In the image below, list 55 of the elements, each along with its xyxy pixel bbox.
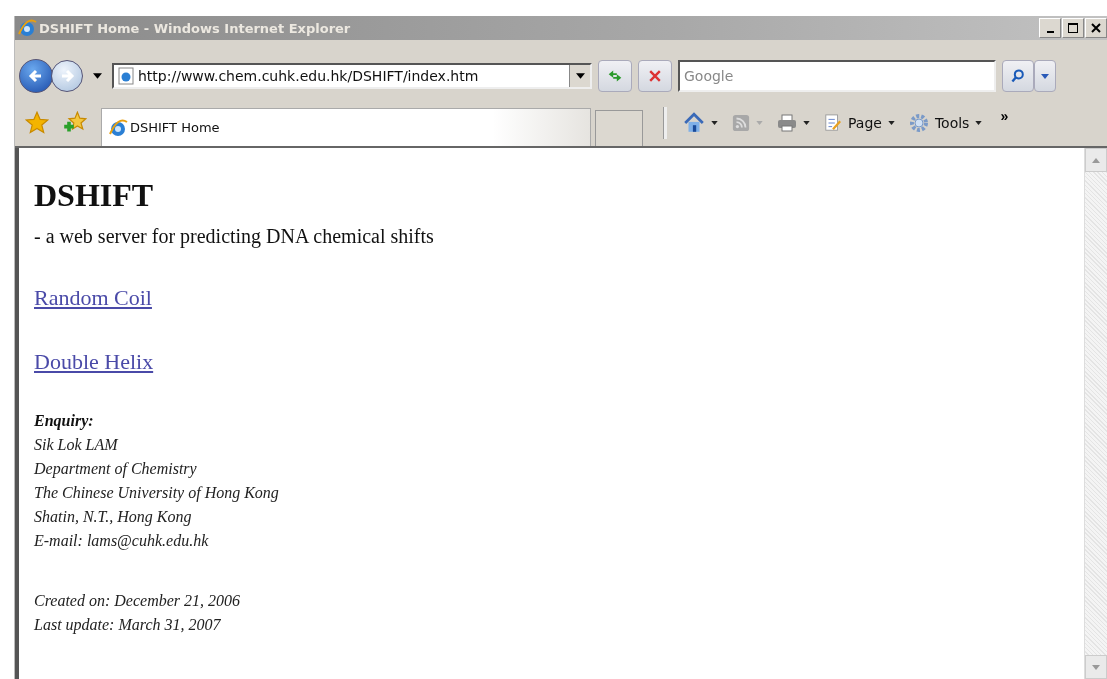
page-heading: DSHIFT bbox=[34, 176, 154, 214]
nav-link[interactable]: Double Helix bbox=[34, 348, 154, 376]
tools-menu[interactable]: Tools bbox=[908, 113, 983, 133]
close-icon bbox=[1090, 22, 1102, 34]
dropdown-button[interactable] bbox=[569, 65, 590, 87]
refresh-button[interactable] bbox=[598, 60, 632, 92]
page-menu[interactable]: Page bbox=[824, 114, 895, 132]
contact-line: Department of Chemistry bbox=[34, 459, 197, 480]
contact-line: Shatin, N.T., Hong Kong bbox=[34, 507, 192, 528]
caret-icon[interactable] bbox=[93, 73, 102, 79]
search-button[interactable] bbox=[1002, 60, 1034, 92]
page-icon bbox=[118, 67, 134, 85]
browser-logo-icon bbox=[17, 18, 37, 38]
feed-icon bbox=[732, 114, 750, 132]
stop-button[interactable] bbox=[638, 60, 672, 92]
minimize-button[interactable] bbox=[1039, 18, 1061, 38]
page-subtitle: - a web server for predicting DNA chemical shifts bbox=[34, 224, 434, 248]
caret-icon bbox=[1041, 73, 1049, 79]
contact-line: The Chinese University of Hong Kong bbox=[34, 483, 279, 504]
gear-icon bbox=[908, 113, 929, 133]
search-field[interactable]: Google bbox=[678, 60, 996, 92]
maximize-button[interactable] bbox=[1062, 18, 1084, 38]
date-line: Created on: December 21, 2006 bbox=[34, 591, 241, 611]
window-title: DSHIFT Home - Windows Internet Explorer bbox=[39, 20, 352, 36]
down-arrow-icon bbox=[1092, 664, 1100, 670]
close-button[interactable] bbox=[1085, 18, 1107, 38]
date-line: Last update: March 31, 2007 bbox=[34, 615, 221, 636]
star-icon[interactable] bbox=[25, 111, 49, 135]
enquiry-label: Enquiry: bbox=[34, 411, 94, 432]
address-field[interactable]: http://www.chem.cuhk.edu.hk/DSHIFT/index.htm bbox=[112, 63, 592, 89]
caret-icon bbox=[803, 121, 810, 125]
more-tools-button[interactable]: » bbox=[996, 108, 1009, 138]
search-icon bbox=[1010, 68, 1026, 84]
print-button[interactable] bbox=[777, 113, 810, 133]
caret-icon bbox=[887, 121, 895, 125]
home-icon bbox=[683, 112, 705, 134]
contact-line: E-mail: lams@cuhk.edu.hk bbox=[34, 531, 209, 552]
nav-link[interactable]: Random Coil bbox=[34, 284, 152, 312]
browser-logo-icon bbox=[108, 117, 128, 138]
up-arrow-icon bbox=[1092, 157, 1100, 163]
caret-icon bbox=[575, 73, 585, 79]
page-edit-icon bbox=[824, 114, 842, 132]
contact-line: Sik Lok LAM bbox=[34, 435, 118, 455]
caret-icon bbox=[711, 121, 718, 125]
back-button[interactable] bbox=[19, 59, 53, 93]
printer-icon bbox=[777, 113, 797, 133]
browser-tab[interactable]: DSHIFT Home bbox=[101, 108, 591, 146]
minimize-icon bbox=[1046, 31, 1054, 33]
caret-icon bbox=[975, 121, 983, 125]
forward-button[interactable] bbox=[51, 60, 83, 92]
home-button[interactable] bbox=[683, 112, 718, 134]
stop-icon bbox=[647, 68, 663, 84]
caret-icon bbox=[756, 121, 763, 125]
search-options-button[interactable] bbox=[1034, 60, 1056, 92]
maximize-icon bbox=[1067, 22, 1079, 34]
